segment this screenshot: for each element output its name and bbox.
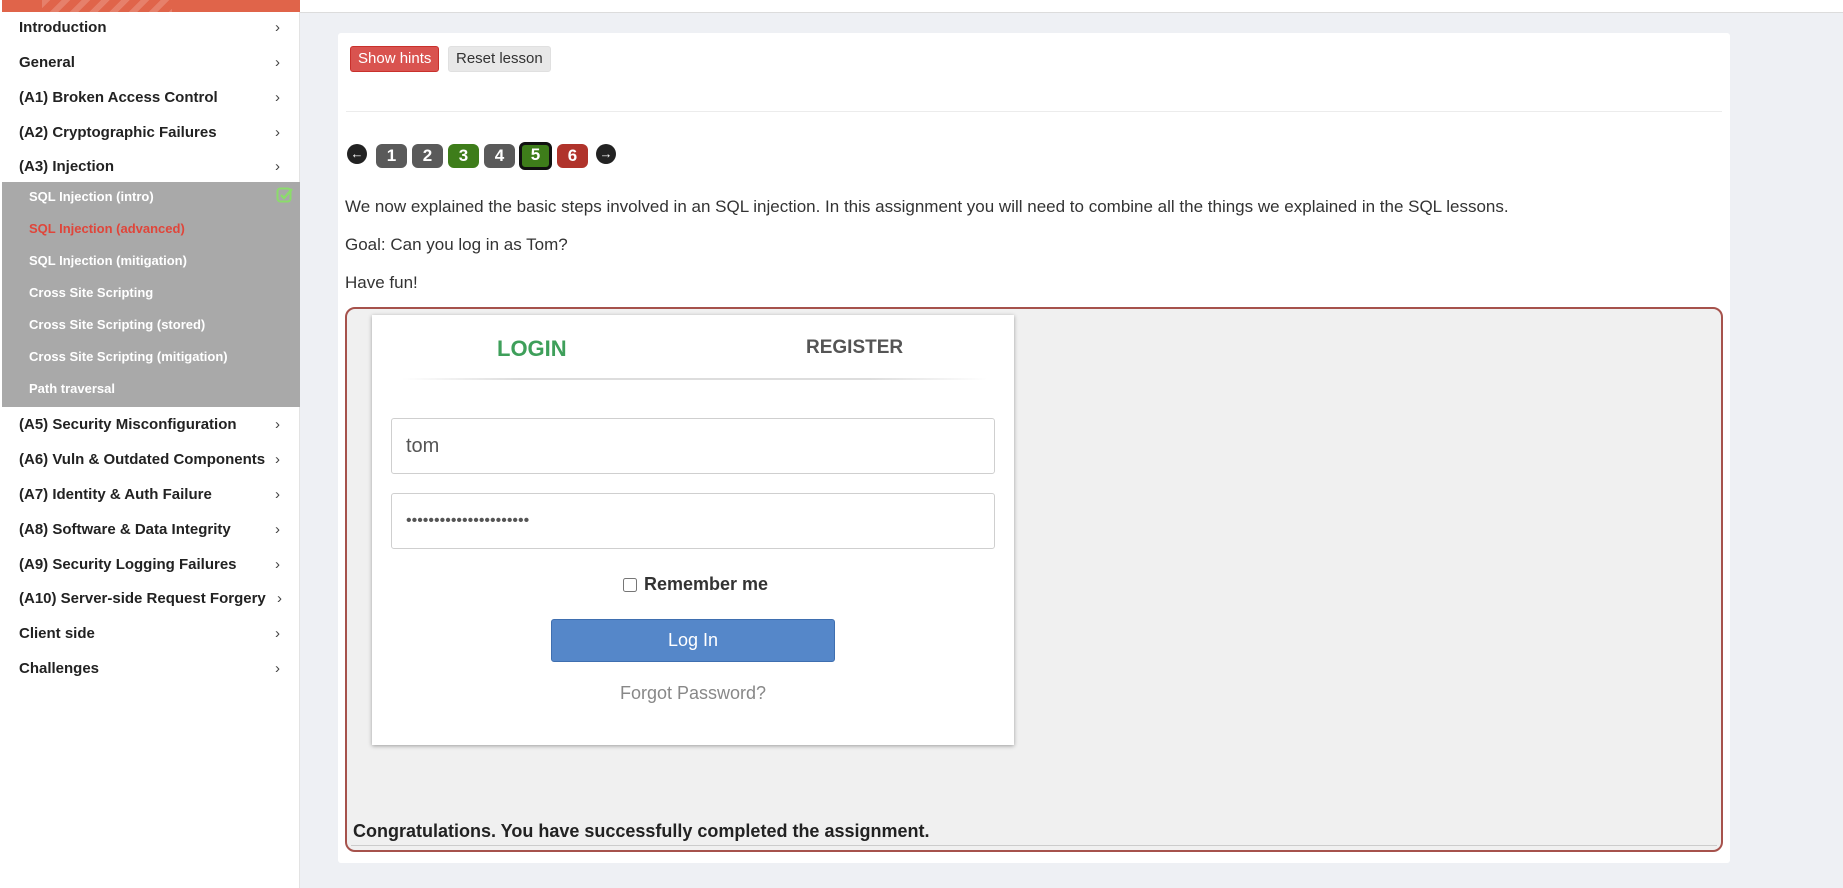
login-button[interactable]: Log In xyxy=(551,619,835,662)
divider xyxy=(346,111,1722,112)
assignment-feedback: Congratulations. You have successfully c… xyxy=(353,821,930,841)
top-bar-divider xyxy=(300,12,1843,13)
sidebar-item-label: Client side xyxy=(19,625,95,642)
sidebar-item-label: General xyxy=(19,54,75,71)
lesson-sql-injection-mitigation[interactable]: SQL Injection (mitigation) xyxy=(29,253,187,268)
forgot-password-link[interactable]: Forgot Password? xyxy=(372,683,1014,704)
lesson-xss[interactable]: Cross Site Scripting xyxy=(29,285,153,300)
chevron-right-icon: › xyxy=(275,54,280,71)
chevron-right-icon: › xyxy=(275,19,280,36)
lesson-xss-stored[interactable]: Cross Site Scripting (stored) xyxy=(29,317,205,332)
page-button-1[interactable]: 1 xyxy=(376,144,407,168)
chevron-right-icon: › xyxy=(275,660,280,677)
arrow-left-icon[interactable]: ← xyxy=(347,144,367,164)
chevron-right-icon: › xyxy=(275,158,280,175)
remember-me[interactable]: Remember me xyxy=(623,574,768,595)
injection-submenu: SQL Injection (intro) SQL Injection (adv… xyxy=(2,182,300,407)
lesson-intro-text: We now explained the basic steps involve… xyxy=(345,197,1509,216)
show-hints-button[interactable]: Show hints xyxy=(350,46,440,72)
sidebar-item-introduction[interactable]: Introduction › xyxy=(0,10,300,45)
lesson-fun-text: Have fun! xyxy=(345,273,418,292)
sidebar-item-a6[interactable]: (A6) Vuln & Outdated Components › xyxy=(0,442,300,477)
chevron-right-icon: › xyxy=(277,590,282,607)
sidebar-item-a3[interactable]: (A3) Injection › xyxy=(0,149,300,184)
remember-me-checkbox[interactable] xyxy=(623,577,637,592)
lesson-label: Cross Site Scripting (stored) xyxy=(29,317,206,332)
sidebar-item-a5[interactable]: (A5) Security Misconfiguration › xyxy=(0,407,300,442)
sidebar-item-label: (A9) Security Logging Failures xyxy=(19,556,237,573)
username-field[interactable] xyxy=(391,418,995,474)
sidebar-item-a7[interactable]: (A7) Identity & Auth Failure › xyxy=(0,477,300,512)
sidebar-item-label: (A3) Injection xyxy=(19,158,115,175)
page-button-3[interactable]: 3 xyxy=(448,144,479,168)
page-button-6[interactable]: 6 xyxy=(557,144,588,168)
lesson-label: Cross Site Scripting xyxy=(29,285,154,300)
page-button-4[interactable]: 4 xyxy=(484,144,515,168)
sidebar-item-label: (A5) Security Misconfiguration xyxy=(19,416,237,433)
remember-me-label: Remember me xyxy=(644,574,769,594)
sidebar-item-a9[interactable]: (A9) Security Logging Failures › xyxy=(0,547,300,582)
chevron-right-icon: › xyxy=(275,89,280,106)
sidebar-item-a1[interactable]: (A1) Broken Access Control › xyxy=(0,80,300,115)
feedback-divider xyxy=(351,845,1717,846)
page-button-5[interactable]: 5 xyxy=(519,142,552,170)
lesson-sql-injection-intro[interactable]: SQL Injection (intro) xyxy=(29,189,154,204)
reset-lesson-button[interactable]: Reset lesson xyxy=(448,46,551,72)
lesson-label: SQL Injection (advanced) xyxy=(29,221,185,236)
sidebar-item-label: (A6) Vuln & Outdated Components xyxy=(19,451,266,468)
chevron-right-icon: › xyxy=(275,451,280,468)
lesson-goal-text: Goal: Can you log in as Tom? xyxy=(345,235,568,254)
chevron-right-icon: › xyxy=(275,556,280,573)
chevron-right-icon: › xyxy=(275,486,280,503)
assignment-frame: LOGIN REGISTER Remember me Log In Forgot… xyxy=(345,307,1723,852)
chevron-right-icon: › xyxy=(275,124,280,141)
tab-login[interactable]: LOGIN xyxy=(497,336,567,362)
sidebar: Introduction › General › (A1) Broken Acc… xyxy=(0,0,300,888)
sidebar-item-label: (A7) Identity & Auth Failure xyxy=(19,486,212,503)
sidebar-item-a10[interactable]: (A10) Server-side Request Forgery › xyxy=(0,581,300,616)
sidebar-item-challenges[interactable]: Challenges › xyxy=(0,651,300,686)
sidebar-item-label: Introduction xyxy=(19,19,107,36)
lesson-label: Cross Site Scripting (mitigation) xyxy=(29,349,228,364)
sidebar-item-a8[interactable]: (A8) Software & Data Integrity › xyxy=(0,512,300,547)
tab-register[interactable]: REGISTER xyxy=(806,337,903,359)
check-icon xyxy=(276,187,293,203)
sidebar-item-label: (A8) Software & Data Integrity xyxy=(19,521,231,538)
tab-divider xyxy=(402,378,987,380)
chevron-right-icon: › xyxy=(275,625,280,642)
sidebar-item-client-side[interactable]: Client side › xyxy=(0,616,300,651)
lesson-xss-mitigation[interactable]: Cross Site Scripting (mitigation) xyxy=(29,349,228,364)
chevron-right-icon: › xyxy=(275,416,280,433)
sidebar-item-label: Challenges xyxy=(19,660,100,677)
lesson-label: Path traversal xyxy=(29,381,115,396)
lesson-panel: Show hints Reset lesson ← 1 2 3 4 5 6 → … xyxy=(338,33,1730,863)
lesson-label: SQL Injection (mitigation) xyxy=(29,253,187,268)
password-field[interactable] xyxy=(391,493,995,549)
sidebar-item-general[interactable]: General › xyxy=(0,45,300,80)
lesson-sql-injection-advanced[interactable]: SQL Injection (advanced) xyxy=(29,221,185,236)
arrow-right-icon[interactable]: → xyxy=(596,144,616,164)
lesson-path-traversal[interactable]: Path traversal xyxy=(29,381,115,396)
sidebar-item-label: (A2) Cryptographic Failures xyxy=(19,124,217,141)
sidebar-item-a2[interactable]: (A2) Cryptographic Failures › xyxy=(0,115,300,150)
lesson-label: SQL Injection (intro) xyxy=(29,189,154,204)
login-card: LOGIN REGISTER Remember me Log In Forgot… xyxy=(372,315,1014,745)
page-button-2[interactable]: 2 xyxy=(412,144,443,168)
chevron-right-icon: › xyxy=(275,521,280,538)
sidebar-item-label: (A10) Server-side Request Forgery xyxy=(19,590,266,607)
sidebar-item-label: (A1) Broken Access Control xyxy=(19,89,218,106)
top-bar xyxy=(300,0,1843,12)
